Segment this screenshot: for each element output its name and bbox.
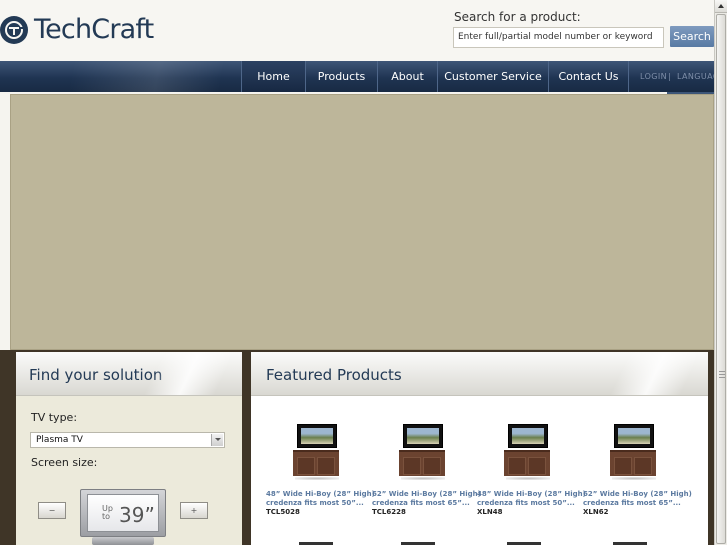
nav-item-about[interactable]: About (377, 61, 437, 92)
nav-item-contact-us[interactable]: Contact Us (548, 61, 628, 92)
find-solution-header: Find your solution (16, 352, 242, 396)
tv-credenza-image[interactable] (399, 422, 447, 482)
logo-mark-icon (0, 15, 28, 44)
nav-decoration (30, 61, 241, 92)
tv-type-label: TV type: (31, 411, 78, 424)
product-sku[interactable]: TCL5028 (266, 508, 300, 516)
tv-credenza-image[interactable] (610, 422, 658, 482)
site-header: TechCraft Search for a product: Enter fu… (0, 0, 714, 61)
search-button[interactable]: Search (670, 26, 714, 47)
find-solution-title: Find your solution (29, 366, 163, 384)
size-prefix: Up to (102, 504, 113, 521)
tv-credenza-image[interactable] (504, 422, 552, 482)
featured-products-panel: Featured Products 48” Wide Hi-Boy (28” H… (251, 352, 708, 545)
hero-banner (10, 94, 714, 350)
tv-type-value: Plasma TV (36, 435, 83, 445)
techcraft-logo[interactable]: TechCraft (0, 14, 154, 45)
decrease-size-button[interactable]: − (38, 502, 66, 519)
nav-divider (628, 61, 629, 92)
nav-item-customer-service[interactable]: Customer Service (437, 61, 548, 92)
find-solution-panel: Find your solution TV type: Plasma TV Sc… (16, 352, 242, 545)
main-nav: Home Products About Customer Service Con… (0, 61, 719, 92)
scrollbar-grip-icon (719, 371, 725, 379)
logo-text: TechCraft (34, 14, 154, 45)
search-input[interactable]: Enter full/partial model number or keywo… (453, 27, 664, 48)
tv-stand-icon (92, 537, 154, 545)
nav-item-home[interactable]: Home (241, 61, 305, 92)
product-name[interactable]: 62” Wide Hi-Boy (28” High) credenza fits … (372, 490, 481, 508)
nav-util-separator: | (668, 72, 672, 81)
screen-size-display: Up to 39” (80, 489, 166, 545)
product-sku[interactable]: TCL6228 (372, 508, 406, 516)
product-name[interactable]: 62” Wide Hi-Boy (28” High) credenza fits … (583, 490, 692, 508)
size-value: 39” (119, 503, 155, 527)
tv-icon: Up to 39” (80, 489, 166, 537)
product-card[interactable]: 48” Wide Hi-Boy (28” High) credenza fits … (462, 422, 586, 516)
login-link[interactable]: LOGIN (640, 61, 667, 92)
chevron-down-icon[interactable] (211, 434, 223, 446)
screen-size-label: Screen size: (31, 456, 98, 469)
featured-products-title: Featured Products (266, 366, 402, 384)
nav-item-products[interactable]: Products (305, 61, 377, 92)
tv-type-select[interactable]: Plasma TV (30, 432, 225, 448)
product-card[interactable]: 48” Wide Hi-Boy (28” High) credenza fits … (251, 422, 375, 516)
scrollbar-thumb[interactable] (716, 14, 726, 544)
increase-size-button[interactable]: + (180, 502, 208, 519)
tv-credenza-image[interactable] (293, 422, 341, 482)
vertical-scrollbar[interactable] (714, 0, 727, 545)
product-name[interactable]: 48” Wide Hi-Boy (28” High) credenza fits … (477, 490, 586, 508)
product-card[interactable]: 62” Wide Hi-Boy (28” High) credenza fits … (357, 422, 481, 516)
featured-products-header: Featured Products (251, 352, 708, 396)
product-name[interactable]: 48” Wide Hi-Boy (28” High) credenza fits … (266, 490, 375, 508)
page: TechCraft Search for a product: Enter fu… (0, 0, 727, 545)
scroll-up-arrow-icon[interactable] (715, 0, 727, 13)
search-label: Search for a product: (454, 10, 581, 24)
product-card[interactable]: 62” Wide Hi-Boy (28” High) credenza fits … (568, 422, 692, 516)
product-sku[interactable]: XLN48 (477, 508, 502, 516)
product-sku[interactable]: XLN62 (583, 508, 608, 516)
